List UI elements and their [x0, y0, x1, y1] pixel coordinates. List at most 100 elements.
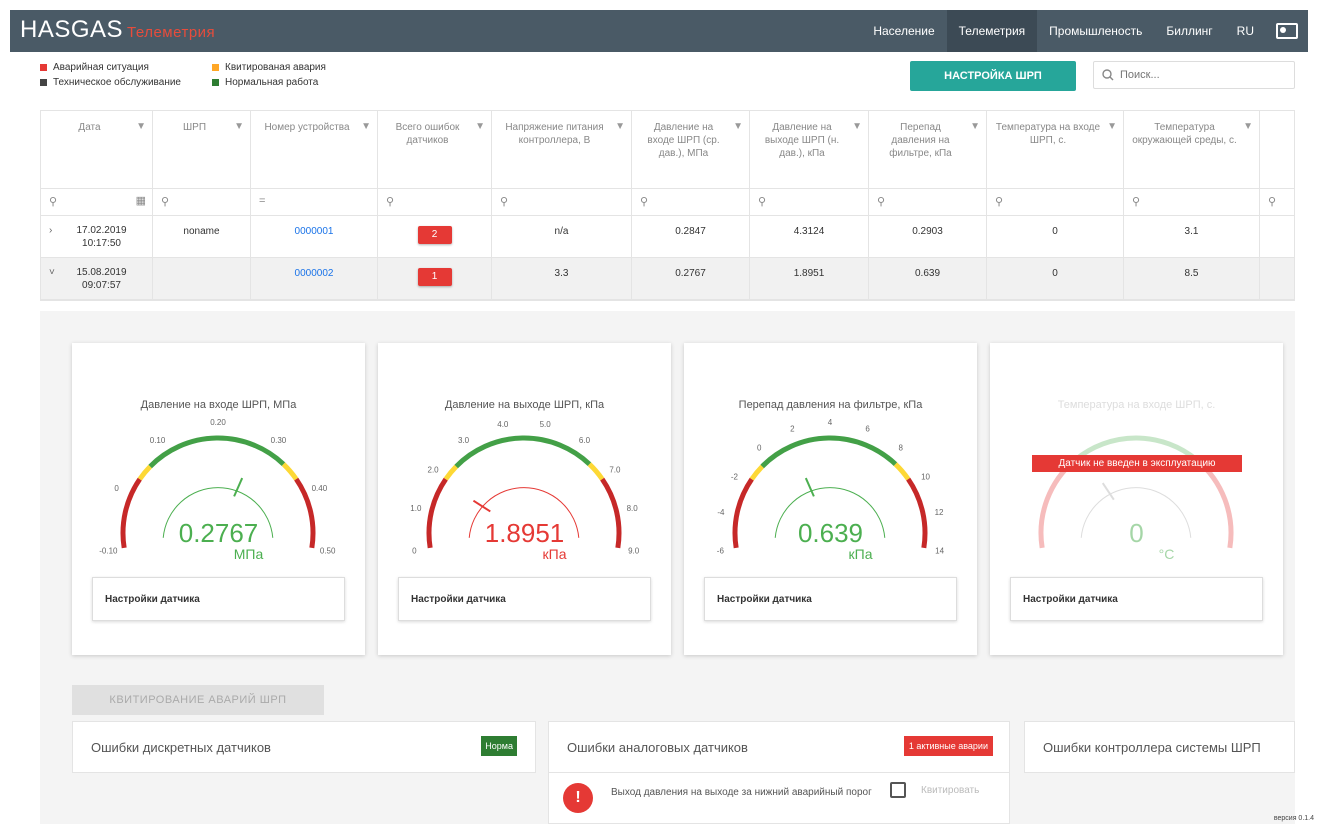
gauge-title: Давление на входе ШРП, МПа [140, 399, 297, 411]
column-header-device[interactable]: Номер устройства ▼ [251, 111, 378, 188]
filter-dp-filter-input[interactable]: ⚲ [869, 189, 987, 215]
column-header-filter-dp[interactable]: Перепад давления на фильтре, кПа ▼ [869, 111, 987, 188]
temp-env-cell: 3.1 [1124, 216, 1260, 257]
gauge-card-pressure-out: Давление на выходе ШРП, кПа 0 1.0 2.0 3.0 4.… [378, 343, 671, 655]
filter-icon[interactable]: ▼ [475, 120, 485, 133]
app-logo[interactable]: HASGAS Телеметрия [20, 16, 215, 44]
device-link[interactable]: 0000001 [251, 216, 378, 257]
row-date: 17.02.2019 [76, 225, 127, 236]
acknowledge-checkbox[interactable] [890, 782, 906, 798]
filter-icon[interactable]: ▼ [615, 120, 625, 133]
filter-icon[interactable]: ▼ [1243, 120, 1253, 133]
gauge-card-temp-in: Температура на входе ШРП, с. Датчик не в… [990, 343, 1283, 655]
column-header-shrp[interactable]: ШРП ▼ [153, 111, 251, 188]
filter-icon[interactable]: ▼ [733, 120, 743, 133]
nav-item-population[interactable]: Население [861, 10, 946, 52]
temp-in-cell: 0 [987, 258, 1124, 299]
legend-label: Квитированая авария [225, 62, 326, 73]
expand-row-icon[interactable]: › [49, 225, 52, 236]
errors-cell: 2 [378, 216, 492, 257]
table-row[interactable]: ˅ 15.08.2019 09:07:57 0000002 1 3.3 0.276… [41, 258, 1294, 300]
column-header-errors[interactable]: Всего ошибок датчиков ▼ [378, 111, 492, 188]
language-selector[interactable]: RU [1225, 10, 1266, 52]
sensor-settings-button[interactable]: Настройки датчика [398, 577, 651, 621]
user-profile-icon[interactable] [1276, 23, 1298, 39]
status-badge: 1 активные аварии [903, 736, 993, 756]
filter-icon[interactable]: ▼ [970, 120, 980, 133]
filter-icon[interactable]: ▼ [136, 120, 146, 133]
calendar-icon[interactable]: ▦ [136, 194, 146, 207]
column-header-pressure-in[interactable]: Давление на входе ШРП (ср. дав.), МПа ▼ [632, 111, 750, 188]
column-header-date[interactable]: Дата ▼ [41, 111, 153, 188]
gauge-tick-label: -4 [717, 508, 725, 517]
errors-badge[interactable]: 1 [417, 268, 452, 286]
column-title: Дата [78, 122, 101, 133]
errors-filter-input[interactable]: ⚲ [378, 189, 492, 215]
gauge-unit: МПа [233, 546, 264, 562]
temp-env-cell: 8.5 [1124, 258, 1260, 299]
filter-icon[interactable]: ▼ [234, 120, 244, 133]
gauge-title: Перепад давления на фильтре, кПа [738, 399, 923, 411]
search-input[interactable] [1120, 69, 1280, 81]
legend-label: Техническое обслуживание [53, 77, 181, 88]
column-header-temp-in[interactable]: Температура на входе ШРП, с. ▼ [987, 111, 1124, 188]
gauge-arc-segment [137, 464, 153, 481]
column-header-temp-env[interactable]: Температура окружающей среды, с. ▼ [1124, 111, 1260, 188]
legend-swatch-dark [40, 79, 47, 86]
nav-item-telemetry[interactable]: Телеметрия [946, 10, 1038, 52]
pressure-in-filter-input[interactable]: ⚲ [632, 189, 750, 215]
filter-dp-cell: 0.2903 [869, 216, 987, 257]
table-header-row: Дата ▼ ШРП ▼ Номер устройства ▼ Всего ошибо… [41, 111, 1294, 189]
date-filter-input[interactable]: ⚲ ▦ [41, 189, 153, 215]
shrp-cell: noname [153, 216, 251, 257]
shrp-filter-input[interactable]: ⚲ [153, 189, 251, 215]
gauge-tick-label: 0.20 [210, 418, 226, 427]
temp-in-filter-input[interactable]: ⚲ [987, 189, 1124, 215]
filter-icon[interactable]: ▼ [852, 120, 862, 133]
acknowledge-alarms-button[interactable]: КВИТИРОВАНИЕ АВАРИЙ ШРП [72, 685, 324, 715]
nav-item-billing[interactable]: Биллинг [1154, 10, 1224, 52]
device-link[interactable]: 0000002 [251, 258, 378, 299]
gauge-tick-label: 6 [865, 425, 870, 434]
column-header-voltage[interactable]: Напряжение питания контроллера, В ▼ [492, 111, 632, 188]
sensor-settings-button[interactable]: Настройки датчика [704, 577, 957, 621]
gauge-value: 0 [1129, 518, 1144, 548]
device-filter-input[interactable]: = [251, 189, 378, 215]
status-badge: Норма [481, 736, 517, 756]
main-nav: Население Телеметрия Промышленость Билли… [861, 10, 1308, 52]
legend-label: Нормальная работа [225, 77, 319, 88]
analog-errors-card[interactable]: Ошибки аналоговых датчиков 1 активные ав… [548, 721, 1010, 773]
voltage-cell: n/a [492, 216, 632, 257]
gauge-title: Давление на выходе ШРП, кПа [444, 399, 605, 411]
nav-item-industry[interactable]: Промышленость [1037, 10, 1154, 52]
column-title: Перепад давления на фильтре, кПа [889, 122, 952, 159]
filter-icon[interactable]: ▼ [361, 120, 371, 133]
date-cell: › 17.02.2019 10:17:50 [41, 216, 153, 257]
gauge-unit: кПа [848, 546, 873, 562]
voltage-filter-input[interactable]: ⚲ [492, 189, 632, 215]
shrp-settings-button[interactable]: НАСТРОЙКА ШРП [910, 61, 1076, 91]
version-label: версия 0.1.4 [1273, 815, 1314, 822]
table-row[interactable]: › 17.02.2019 10:17:50 noname 0000001 2 n/… [41, 216, 1294, 258]
temp-env-filter-input[interactable]: ⚲ [1124, 189, 1260, 215]
gauge-arc-segment [749, 464, 765, 481]
sensor-settings-button[interactable]: Настройки датчика [1010, 577, 1263, 621]
gauge-arc-segment [443, 464, 459, 481]
filter-icon[interactable]: ▼ [1107, 120, 1117, 133]
legend-swatch-orange [212, 64, 219, 71]
legend-item-acked: Квитированая авария [212, 62, 360, 73]
status-legend: Аварийная ситуация Квитированая авария Т… [40, 60, 360, 90]
errors-badge[interactable]: 2 [417, 226, 452, 244]
discrete-errors-card[interactable]: Ошибки дискретных датчиков Норма [72, 721, 536, 773]
date-block: 17.02.2019 10:17:50 [51, 224, 152, 250]
top-bar: HASGAS Телеметрия Население Телеметрия Пр… [10, 10, 1308, 52]
gauge-tick-label: 12 [935, 508, 944, 517]
pressure-out-filter-input[interactable]: ⚲ [750, 189, 869, 215]
column-header-pressure-out[interactable]: Давление на выходе ШРП (н. дав.), кПа ▼ [750, 111, 869, 188]
sensor-settings-button[interactable]: Настройки датчика [92, 577, 345, 621]
controller-errors-card[interactable]: Ошибки контроллера системы ШРП [1024, 721, 1295, 773]
collapse-row-icon[interactable]: ˅ [49, 267, 55, 278]
extra-filter-input[interactable]: ⚲ [1260, 189, 1294, 215]
pressure-in-cell: 0.2847 [632, 216, 750, 257]
legend-label: Аварийная ситуация [53, 62, 149, 73]
